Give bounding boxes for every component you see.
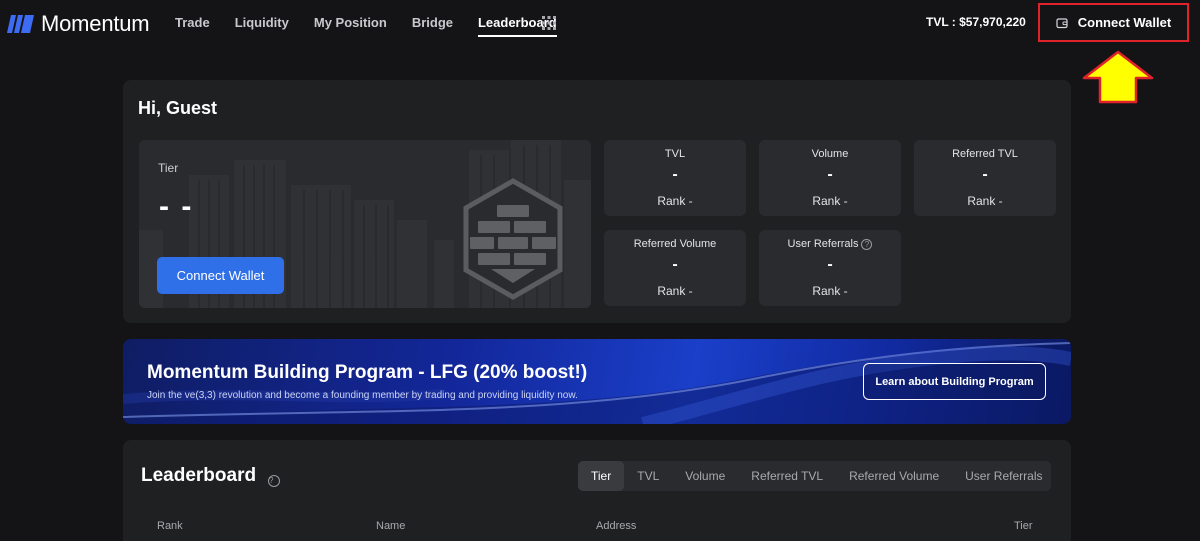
nav-item-my-position[interactable]: My Position [314,15,387,37]
connect-wallet-primary-button[interactable]: Connect Wallet [157,257,284,294]
greeting-title: Hi, Guest [138,98,218,118]
stat-title-wrap: User Referrals? [759,238,901,250]
tab-tier[interactable]: Tier [578,461,625,491]
momentum-logo-icon [7,15,34,33]
column-header-rank[interactable]: Rank [157,520,183,532]
brick-wall-badge-icon [463,178,563,300]
stat-value: - [827,256,833,273]
wallet-icon [1056,17,1068,28]
tab-referred-tvl[interactable]: Referred TVL [738,461,836,491]
tab-tvl[interactable]: TVL [624,461,672,491]
leaderboard-title: Leaderboard [141,465,257,486]
column-header-address[interactable]: Address [596,520,636,532]
stat-rank: Rank - [812,194,848,208]
tier-value: - - [159,190,194,223]
brand-name: Momentum [41,11,150,36]
leaderboard-card: Leaderboard ? Tier TVL Volume Referred T… [123,440,1071,541]
main-nav: Trade Liquidity My Position Bridge Leade… [175,15,582,37]
nav-item-liquidity[interactable]: Liquidity [235,15,289,37]
stat-card-volume: Volume - Rank - [759,140,901,216]
stat-rank: Rank - [657,194,693,208]
stat-title: Volume [811,148,849,160]
stat-title: TVL [664,148,686,160]
connect-wallet-label: Connect Wallet [1077,15,1172,30]
stat-card-tvl: TVL - Rank - [604,140,746,216]
learn-building-program-button[interactable]: Learn about Building Program [863,363,1046,400]
tab-referred-volume[interactable]: Referred Volume [836,461,952,491]
stat-card-referred-volume: Referred Volume - Rank - [604,230,746,306]
nav-item-trade[interactable]: Trade [175,15,210,37]
stat-title: User Referrals [787,238,859,250]
stat-value: - [982,166,988,183]
building-program-banner: Momentum Building Program - LFG (20% boo… [123,339,1071,424]
stat-rank: Rank - [657,284,693,298]
stat-title: Referred Volume [633,238,717,250]
tab-user-referrals[interactable]: User Referrals [952,461,1055,491]
stat-value: - [672,166,678,183]
stat-title: Referred TVL [952,148,1018,160]
tier-panel: Tier - - Connect Wallet [139,140,591,308]
column-header-tier[interactable]: Tier [1014,520,1033,532]
stat-value: - [672,256,678,273]
leaderboard-help-icon[interactable]: ? [265,470,280,488]
brand-logo[interactable]: Momentum [7,11,150,37]
stat-value: - [827,166,833,183]
stat-card-user-referrals: User Referrals? - Rank - [759,230,901,306]
banner-title: Momentum Building Program - LFG (20% boo… [147,362,588,383]
stat-card-referred-tvl: Referred TVL - Rank - [914,140,1056,216]
profile-card: Hi, Guest Tier - - Connect Wallet TVL - … [123,80,1071,323]
banner-subtitle: Join the ve(3,3) revolution and become a… [147,390,578,401]
tvl-readout: TVL : $57,970,220 [926,15,1026,29]
grid-dots-icon[interactable] [542,16,556,35]
column-header-name[interactable]: Name [376,520,405,532]
stat-rank: Rank - [812,284,848,298]
up-arrow-annotation-icon [1082,50,1154,104]
leaderboard-tabs: Tier TVL Volume Referred TVL Referred Vo… [578,461,1051,491]
tab-volume[interactable]: Volume [672,461,738,491]
top-navbar: Momentum Trade Liquidity My Position Bri… [0,0,1200,46]
nav-item-bridge[interactable]: Bridge [412,15,453,37]
connect-wallet-button[interactable]: Connect Wallet [1038,3,1189,42]
help-icon[interactable]: ? [861,239,873,250]
tier-label: Tier [158,161,179,175]
stat-rank: Rank - [967,194,1003,208]
help-icon: ? [268,475,280,487]
